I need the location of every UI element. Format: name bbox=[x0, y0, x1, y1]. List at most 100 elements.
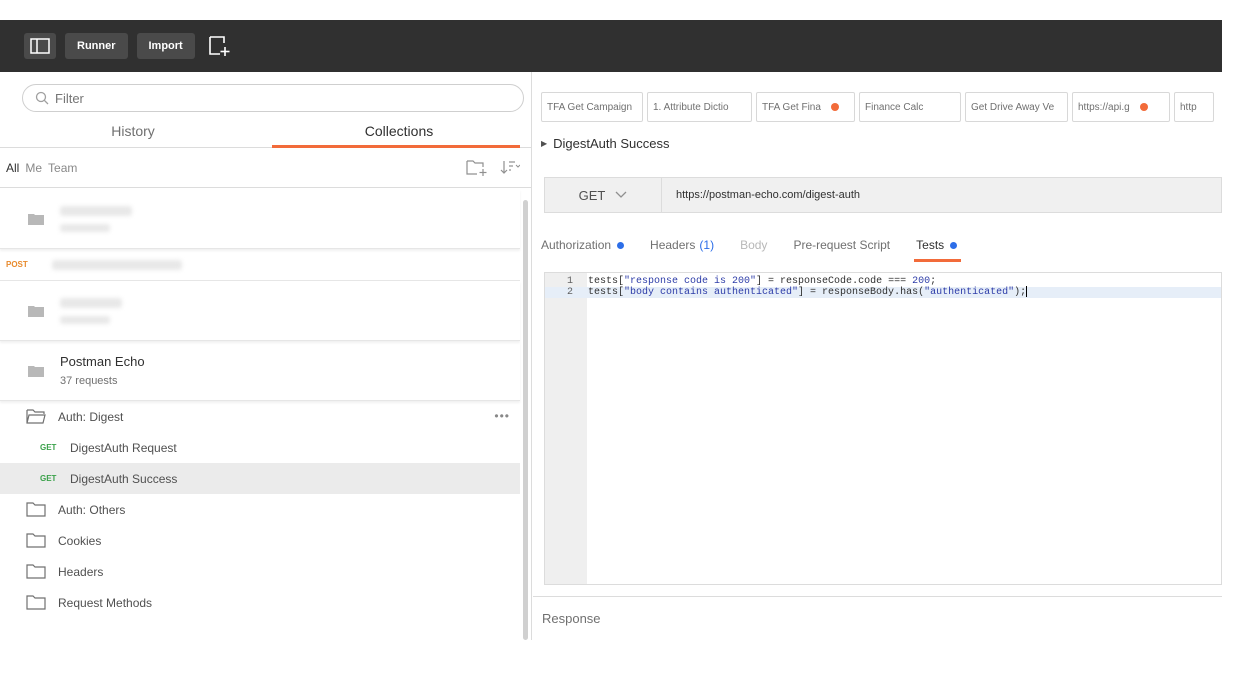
blurred-text bbox=[60, 315, 110, 324]
folder-icon bbox=[28, 365, 44, 377]
tab-body[interactable]: Body bbox=[740, 230, 767, 260]
new-window-icon bbox=[208, 36, 230, 56]
code-token: tests[ bbox=[588, 287, 625, 299]
code-editor[interactable]: 1 tests["response code is 200"] = respon… bbox=[544, 272, 1222, 585]
headers-count: (1) bbox=[699, 238, 715, 252]
collection-filters: All Me Team bbox=[0, 148, 531, 188]
request-tab[interactable]: TFA Get Campaign bbox=[541, 92, 643, 122]
tab-authorization[interactable]: Authorization bbox=[541, 230, 625, 260]
folder-label: Auth: Digest bbox=[58, 409, 124, 424]
request-tab[interactable]: Get Drive Away Ve bbox=[965, 92, 1068, 122]
folder-label: Request Methods bbox=[58, 595, 153, 610]
chevron-down-icon bbox=[615, 191, 627, 198]
tab-collections[interactable]: Collections bbox=[266, 114, 531, 148]
collection-item-blurred[interactable] bbox=[0, 281, 520, 341]
method-select[interactable]: GET bbox=[545, 178, 662, 212]
request-tab[interactable]: TFA Get Fina bbox=[756, 92, 855, 122]
method-label: GET bbox=[578, 187, 606, 203]
request-digestauth-success[interactable]: GET DigestAuth Success bbox=[0, 463, 520, 494]
collection-list: POST Postman Echo 37 requests Auth: Dige… bbox=[0, 189, 520, 618]
code-text: tests["response code is 200"] = response… bbox=[588, 276, 936, 287]
sort-icon[interactable] bbox=[500, 159, 520, 175]
code-text: tests["body contains authenticated"] = r… bbox=[588, 286, 1028, 299]
filter-input[interactable] bbox=[55, 90, 455, 106]
breadcrumb[interactable]: ▶ DigestAuth Success bbox=[541, 136, 670, 151]
sidebar-toggle-icon bbox=[30, 38, 50, 54]
request-tab-label: TFA Get Fina bbox=[762, 101, 821, 113]
collection-postman-echo[interactable]: Postman Echo 37 requests bbox=[0, 341, 520, 401]
folder-icon bbox=[28, 213, 44, 225]
request-tab-label: Get Drive Away Ve bbox=[971, 101, 1055, 113]
request-label: DigestAuth Request bbox=[70, 440, 177, 455]
code-token: ] = responseCode.code === bbox=[756, 276, 913, 287]
url-bar: GET https://postman-echo.com/digest-auth bbox=[544, 177, 1222, 213]
collection-request-count: 37 requests bbox=[60, 375, 118, 387]
main-panel: TFA Get Campaign 1. Attribute Dictio TFA… bbox=[533, 72, 1222, 640]
code-token: tests[ bbox=[588, 276, 625, 287]
new-tab-button[interactable] bbox=[204, 33, 234, 59]
line-number: 2 bbox=[566, 287, 573, 298]
tab-prerequest-script[interactable]: Pre-request Script bbox=[793, 230, 890, 260]
collection-name: Postman Echo bbox=[60, 354, 145, 369]
code-line[interactable]: 1 tests["response code is 200"] = respon… bbox=[545, 276, 1221, 287]
folder-label: Cookies bbox=[58, 533, 102, 548]
request-label: DigestAuth Success bbox=[70, 471, 178, 486]
folder-icon bbox=[26, 533, 46, 548]
import-button[interactable]: Import bbox=[136, 33, 195, 59]
sidebar: History Collections All Me Team bbox=[0, 72, 532, 640]
get-method-badge: GET bbox=[40, 474, 57, 483]
caret-right-icon: ▶ bbox=[541, 139, 548, 148]
tab-headers[interactable]: Headers (1) bbox=[650, 230, 714, 260]
runner-button[interactable]: Runner bbox=[65, 33, 128, 59]
response-section[interactable]: Response bbox=[533, 596, 1222, 640]
url-input[interactable]: https://postman-echo.com/digest-auth bbox=[676, 189, 860, 201]
get-method-badge: GET bbox=[40, 443, 57, 452]
filter-me[interactable]: Me bbox=[25, 161, 42, 175]
filter-team[interactable]: Team bbox=[48, 161, 77, 175]
sidebar-tabs: History Collections bbox=[0, 114, 531, 148]
folder-label: Headers bbox=[58, 564, 104, 579]
folder-headers[interactable]: Headers bbox=[0, 556, 520, 587]
tab-tests[interactable]: Tests bbox=[914, 230, 962, 262]
code-number: 200 bbox=[912, 276, 931, 287]
list-item-post[interactable]: POST bbox=[0, 249, 520, 281]
collection-item-blurred[interactable] bbox=[0, 189, 520, 249]
request-name: DigestAuth Success bbox=[553, 136, 670, 151]
folder-icon bbox=[28, 305, 44, 317]
folder-request-methods[interactable]: Request Methods bbox=[0, 587, 520, 618]
sidebar-scrollbar[interactable] bbox=[523, 200, 528, 640]
folder-auth-digest[interactable]: Auth: Digest ••• bbox=[0, 401, 520, 432]
more-options-icon[interactable]: ••• bbox=[494, 409, 510, 423]
folder-cookies[interactable]: Cookies bbox=[0, 525, 520, 556]
request-tab-label: TFA Get Campaign bbox=[547, 101, 633, 113]
search-icon bbox=[35, 91, 49, 105]
request-tab[interactable]: Finance Calc bbox=[859, 92, 961, 122]
code-string: "body contains authenticated" bbox=[624, 287, 799, 299]
toggle-sidebar-button[interactable] bbox=[24, 33, 56, 59]
indicator-dot-icon bbox=[617, 241, 625, 249]
request-digestauth-request[interactable]: GET DigestAuth Request bbox=[0, 432, 520, 463]
unsaved-dot-icon bbox=[830, 103, 839, 111]
line-number: 1 bbox=[566, 276, 573, 287]
folder-auth-others[interactable]: Auth: Others bbox=[0, 494, 520, 525]
editor-gutter bbox=[545, 273, 587, 584]
request-tab[interactable]: 1. Attribute Dictio bbox=[647, 92, 752, 122]
code-string: "response code is 200" bbox=[624, 276, 757, 287]
new-collection-icon[interactable] bbox=[466, 158, 488, 176]
tab-label: Authorization bbox=[541, 238, 612, 252]
postman-app: Runner Import History Collections All Me… bbox=[0, 20, 1222, 640]
blurred-text bbox=[60, 223, 110, 232]
tab-history[interactable]: History bbox=[0, 114, 266, 147]
filter-all[interactable]: All bbox=[6, 161, 19, 175]
code-token: ); bbox=[1014, 287, 1027, 299]
blurred-text bbox=[51, 259, 182, 270]
filter-box[interactable] bbox=[22, 84, 524, 112]
tab-label: Tests bbox=[916, 238, 945, 252]
request-tab[interactable]: http bbox=[1174, 92, 1214, 122]
folder-icon bbox=[26, 595, 46, 610]
response-label: Response bbox=[542, 611, 601, 626]
folder-open-icon bbox=[26, 409, 46, 424]
request-tab-label: https://api.g bbox=[1078, 101, 1130, 113]
request-tab[interactable]: https://api.g bbox=[1072, 92, 1170, 122]
code-line-active[interactable]: 2 tests["body contains authenticated"] =… bbox=[545, 286, 1221, 299]
